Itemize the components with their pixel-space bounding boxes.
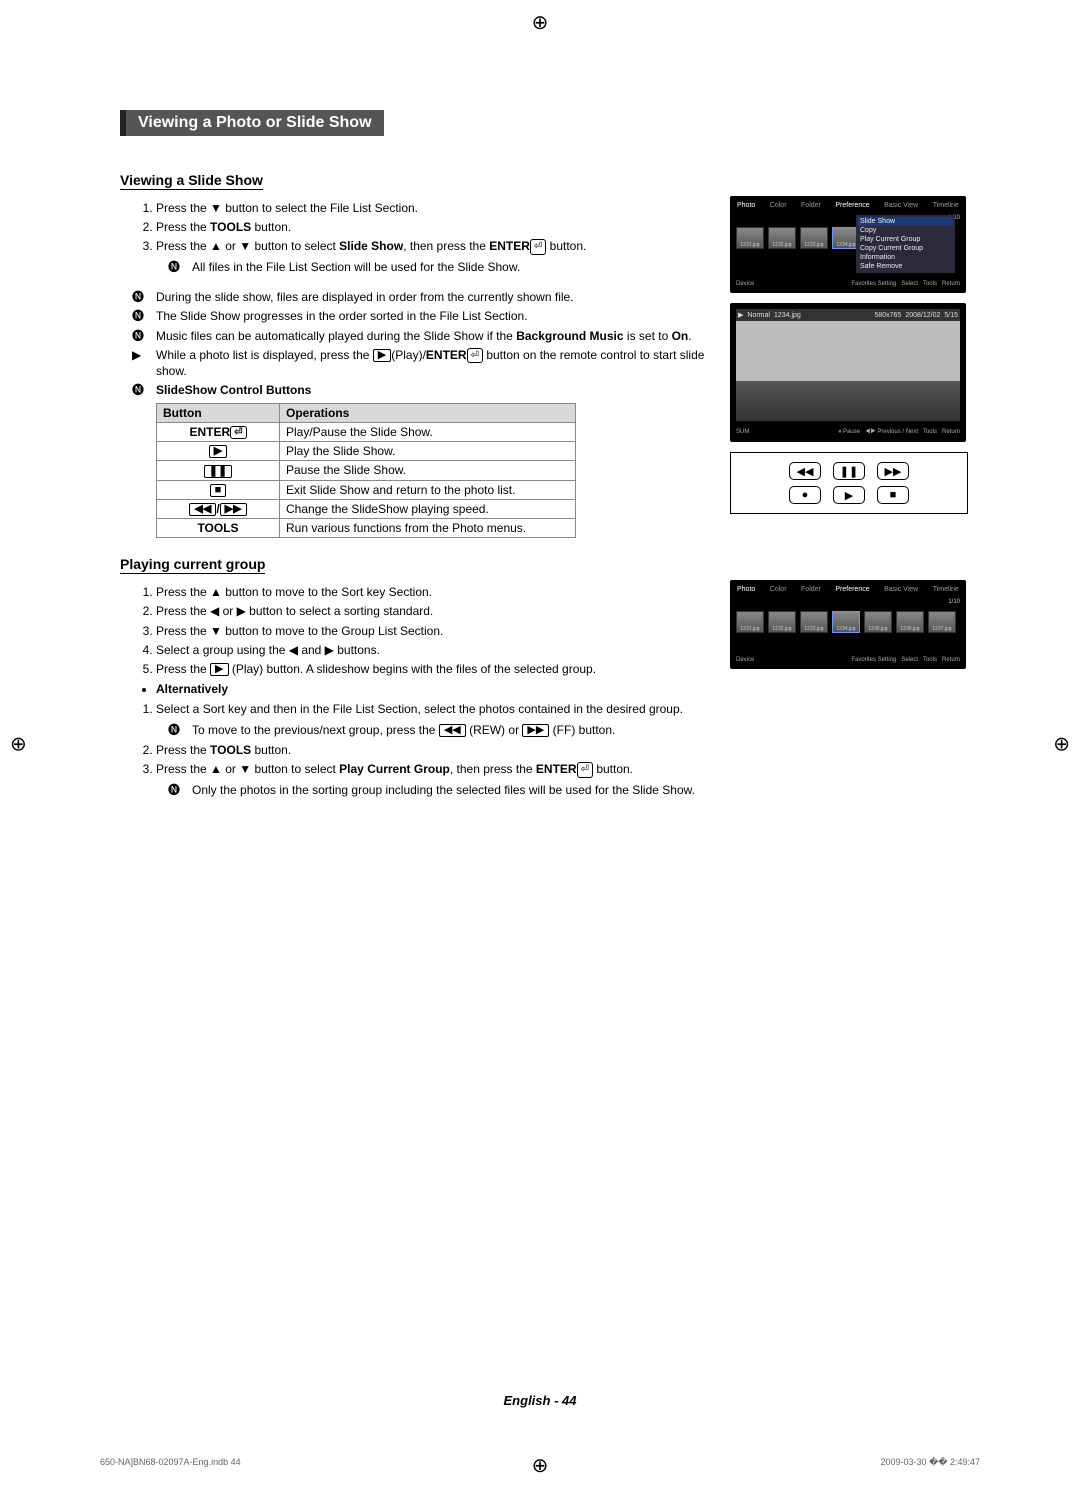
registration-mark-icon: ⊕ (10, 732, 27, 757)
thumbnail: 1235.jpg (864, 611, 892, 633)
note-heading: SlideShow Control Buttons (156, 382, 718, 398)
play-icon: ▶ (833, 486, 865, 504)
table-op-cell: Play/Pause the Slide Show. (280, 422, 576, 441)
note: To move to the previous/next group, pres… (192, 722, 718, 738)
step: Press the ▲ button to move to the Sort k… (156, 584, 718, 600)
stop-icon: ■ (877, 486, 909, 504)
section-heading-slideshow: Viewing a Slide Show (120, 172, 263, 190)
thumbnail: 1237.jpg (928, 611, 956, 633)
thumbnail: 1233.jpg (800, 611, 828, 633)
enter-icon: ⏎ (467, 348, 483, 364)
play-icon: ▶ (209, 445, 227, 458)
pause-icon: ❚❚ (833, 462, 865, 480)
tv-screenshot-slideshow: ▶ Normal 1234.jpg 580x765 2008/12/02 5/1… (730, 303, 966, 442)
table-op-cell: Pause the Slide Show. (280, 461, 576, 480)
thumbnail: 1231.jpg (736, 227, 764, 249)
play-icon: ▶ (738, 311, 743, 319)
thumbnail: 1236.jpg (896, 611, 924, 633)
step: Press the ▼ button to select the File Li… (156, 200, 718, 216)
registration-mark-icon: ⊕ (532, 10, 549, 35)
registration-mark-icon: ⊕ (1053, 732, 1070, 757)
tv-screenshot-photo-menu: Photo ColorFolder Preference Basic ViewT… (730, 196, 966, 293)
step: Press the TOOLS button. (156, 219, 718, 235)
alt-heading: Alternatively (156, 681, 718, 697)
thumbnail: 1234.jpg (832, 611, 860, 633)
table-button-cell: ▶ (157, 441, 280, 460)
note: All files in the File List Section will … (192, 259, 718, 275)
play-icon: ▶ (210, 663, 228, 676)
thumbnail: 1232.jpg (768, 611, 796, 633)
remote-control-diagram: ◀◀ ❚❚ ▶▶ ● ▶ ■ (730, 452, 968, 514)
step: Press the TOOLS button. (156, 742, 718, 758)
table-op-cell: Change the SlideShow playing speed. (280, 499, 576, 518)
note: During the slide show, files are display… (156, 289, 718, 305)
control-buttons-table: Button Operations ENTER⏎Play/Pause the S… (156, 403, 576, 539)
rew-icon: ◀◀ (189, 503, 216, 516)
table-op-cell: Exit Slide Show and return to the photo … (280, 480, 576, 499)
stop-icon: ■ (210, 484, 227, 497)
ff-icon: ▶▶ (220, 503, 247, 516)
table-button-cell: TOOLS (157, 519, 280, 538)
table-button-cell: ◀◀/▶▶ (157, 499, 280, 518)
page-title: Viewing a Photo or Slide Show (120, 110, 384, 136)
thumbnail: 1231.jpg (736, 611, 764, 633)
thumbnail: 1233.jpg (800, 227, 828, 249)
note: While a photo list is displayed, press t… (156, 347, 718, 380)
ff-icon: ▶▶ (522, 724, 549, 737)
print-footer: 650-NA]BN68-02097A-Eng.indb 44 2009-03-3… (100, 1457, 980, 1468)
table-button-cell: ENTER⏎ (157, 422, 280, 441)
tv-screenshot-group: Photo ColorFolder Preference Basic ViewT… (730, 580, 966, 669)
thumbnail: 1232.jpg (768, 227, 796, 249)
step: Select a group using the ◀ and ▶ buttons… (156, 642, 718, 658)
record-icon: ● (789, 486, 821, 504)
step: Press the ▶ (Play) button. A slideshow b… (156, 661, 718, 677)
enter-icon: ⏎ (577, 762, 593, 778)
alt-steps: Select a Sort key and then in the File L… (120, 701, 718, 797)
table-button-cell: ■ (157, 480, 280, 499)
table-op-cell: Play the Slide Show. (280, 441, 576, 460)
table-header: Button (157, 403, 280, 422)
step: Press the ▲ or ▼ button to select Play C… (156, 761, 718, 798)
step: Press the ◀ or ▶ button to select a sort… (156, 603, 718, 619)
step: Select a Sort key and then in the File L… (156, 701, 718, 737)
note: Only the photos in the sorting group inc… (192, 782, 718, 798)
tv-photo-preview (736, 321, 960, 421)
table-op-cell: Run various functions from the Photo men… (280, 519, 576, 538)
section-heading-playing-group: Playing current group (120, 556, 265, 574)
note: Music files can be automatically played … (156, 328, 718, 344)
enter-icon: ⏎ (530, 239, 546, 255)
slideshow-steps: Press the ▼ button to select the File Li… (120, 200, 718, 275)
table-header: Operations (280, 403, 576, 422)
step: Press the ▼ button to move to the Group … (156, 623, 718, 639)
tv-context-menu: Slide Show Copy Play Current Group Copy … (856, 215, 955, 273)
pause-icon: ❚❚ (204, 465, 232, 478)
step: Press the ▲ or ▼ button to select Slide … (156, 238, 718, 275)
playing-group-steps: Press the ▲ button to move to the Sort k… (120, 584, 718, 677)
play-icon: ▶ (373, 349, 391, 362)
rew-icon: ◀◀ (439, 724, 466, 737)
note: The Slide Show progresses in the order s… (156, 308, 718, 324)
table-button-cell: ❚❚ (157, 461, 280, 480)
rew-icon: ◀◀ (789, 462, 821, 480)
ff-icon: ▶▶ (877, 462, 909, 480)
page-footer: English - 44 (0, 1393, 1080, 1408)
